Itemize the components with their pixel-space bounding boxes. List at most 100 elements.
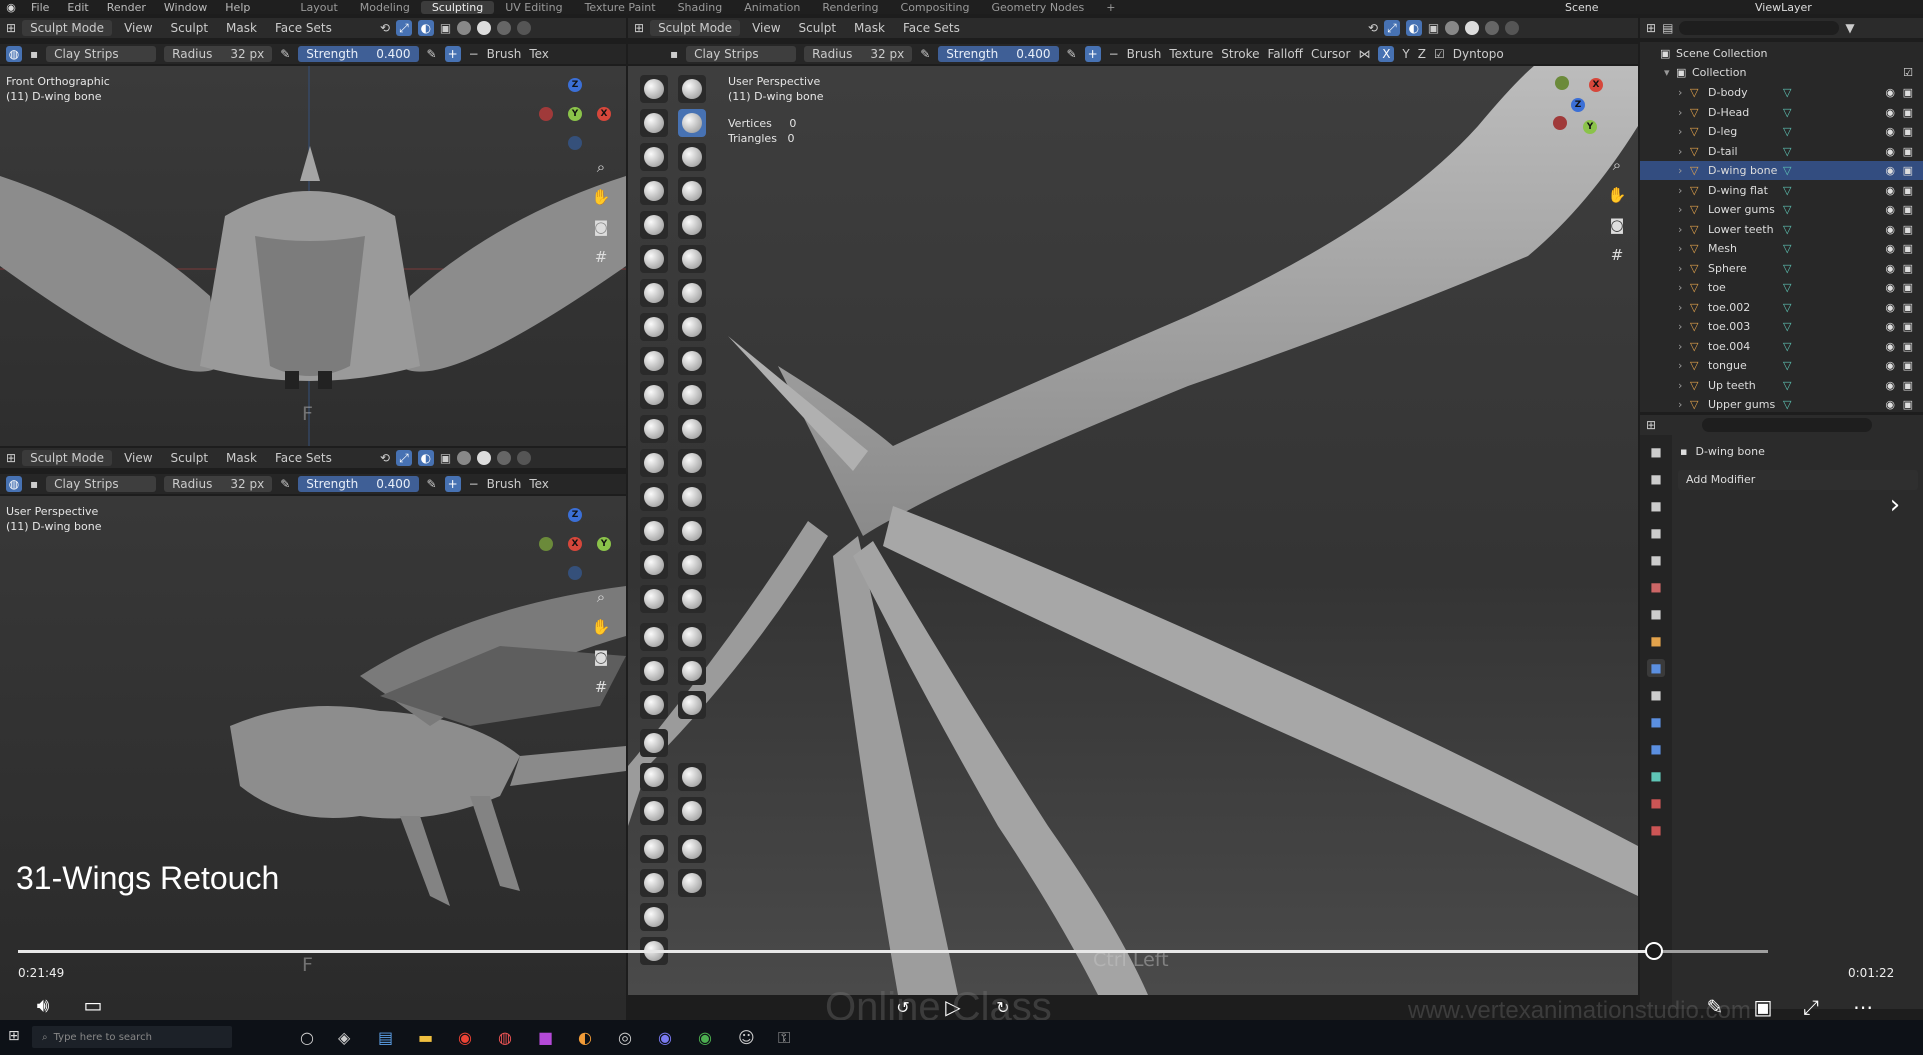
transform-pivot-icon[interactable]: ⟲	[380, 21, 390, 35]
mode-dropdown[interactable]: Sculpt Mode	[22, 20, 113, 36]
overlay-toggle-icon[interactable]: ◐	[417, 20, 434, 36]
outliner-item[interactable]: › ▽ D-leg ▽ ◉ ▣	[1640, 122, 1923, 141]
render-camera-icon[interactable]: ▣	[1903, 145, 1913, 158]
gizmo-neg-x[interactable]	[1553, 116, 1567, 130]
app-icon[interactable]: ◍	[498, 1028, 512, 1047]
captions-icon[interactable]: ▭	[78, 990, 108, 1020]
gizmo-neg-y[interactable]	[539, 537, 553, 551]
outliner-item[interactable]: › ▽ D-wing bone ▽ ◉ ▣	[1640, 161, 1923, 180]
scene-tab-icon[interactable]: ■	[1647, 551, 1665, 569]
menu-file[interactable]: File	[22, 1, 58, 14]
visibility-eye-icon[interactable]: ◉	[1885, 359, 1895, 372]
grid-toggle-icon[interactable]: #	[1606, 244, 1628, 266]
windows-start-icon[interactable]: ⊞	[8, 1028, 20, 1044]
render-camera-icon[interactable]: ▣	[1903, 242, 1913, 255]
visibility-eye-icon[interactable]: ◉	[1885, 398, 1895, 411]
gizmo-z-axis[interactable]: Z	[568, 508, 582, 522]
sculpt-brush-tool[interactable]	[678, 415, 706, 443]
expand-arrow-icon[interactable]: ›	[1678, 106, 1690, 119]
render-camera-icon[interactable]: ▣	[1903, 301, 1913, 314]
xray-toggle-icon[interactable]: ▣	[440, 21, 451, 35]
render-camera-icon[interactable]: ▣	[1903, 359, 1913, 372]
scene-collection-row[interactable]: ▣ Scene Collection	[1640, 44, 1923, 63]
sculpt-brush-tool[interactable]	[678, 657, 706, 685]
render-camera-icon[interactable]: ▣	[1903, 320, 1913, 333]
mode-dropdown[interactable]: Sculpt Mode	[650, 20, 741, 36]
add-direction-icon[interactable]: +	[444, 46, 461, 62]
texture-dropdown[interactable]: Tex	[529, 477, 549, 491]
menu-face-sets[interactable]: Face Sets	[897, 20, 966, 36]
edge-browser-icon[interactable]: ◈	[338, 1028, 350, 1047]
tab-layout[interactable]: Layout	[289, 1, 348, 14]
brush-type-icon[interactable]: ▪	[30, 47, 38, 61]
expand-arrow-icon[interactable]: ›	[1678, 379, 1690, 392]
file-explorer-icon[interactable]: ▤	[378, 1028, 393, 1047]
expand-arrow-icon[interactable]: ›	[1678, 340, 1690, 353]
visibility-eye-icon[interactable]: ◉	[1885, 164, 1895, 177]
video-seekbar[interactable]	[18, 942, 1768, 960]
brush-icon[interactable]: ◍	[6, 476, 22, 492]
grid-toggle-icon[interactable]: #	[590, 246, 612, 268]
shading-solid-icon[interactable]	[477, 21, 492, 35]
sculpt-brush-tool[interactable]	[640, 483, 668, 511]
render-camera-icon[interactable]: ▣	[1903, 281, 1913, 294]
sculpt-brush-tool[interactable]	[640, 177, 668, 205]
outliner-item[interactable]: › ▽ toe.002 ▽ ◉ ▣	[1640, 298, 1923, 317]
menu-face-sets[interactable]: Face Sets	[269, 20, 338, 36]
tab-texture-paint[interactable]: Texture Paint	[574, 1, 667, 14]
pen-pressure-icon[interactable]: ✎	[427, 47, 437, 61]
sculpt-brush-tool[interactable]	[640, 279, 668, 307]
sculpt-brush-tool[interactable]	[640, 551, 668, 579]
viewlayer-selector[interactable]: ViewLayer	[1755, 1, 1812, 14]
display-mode-icon[interactable]: ▤	[1662, 21, 1673, 35]
app-icon[interactable]: ◉	[658, 1028, 672, 1047]
collection-tab-icon[interactable]: ■	[1647, 605, 1665, 623]
visibility-eye-icon[interactable]: ◉	[1885, 262, 1895, 275]
brush-dropdown[interactable]: Brush	[487, 47, 522, 61]
visibility-eye-icon[interactable]: ◉	[1885, 379, 1895, 392]
gizmo-z-axis[interactable]: Z	[1571, 98, 1585, 112]
app-icon[interactable]: ⚿	[778, 1028, 790, 1048]
sculpt-brush-tool[interactable]	[640, 143, 668, 171]
output-tab-icon[interactable]: ■	[1647, 497, 1665, 515]
sculpt-brush-tool[interactable]	[678, 517, 706, 545]
pen-pressure-icon[interactable]: ✎	[1067, 47, 1077, 61]
render-camera-icon[interactable]: ▣	[1903, 86, 1913, 99]
sculpt-brush-tool[interactable]	[640, 449, 668, 477]
scene-selector[interactable]: Scene	[1565, 1, 1665, 14]
visibility-eye-icon[interactable]: ◉	[1885, 106, 1895, 119]
outliner-item[interactable]: › ▽ Upper gums ▽ ◉ ▣	[1640, 395, 1923, 414]
expand-arrow-icon[interactable]: ›	[1678, 359, 1690, 372]
cursor-dropdown[interactable]: Cursor	[1311, 47, 1350, 61]
add-workspace-button[interactable]: +	[1095, 1, 1126, 14]
miniplayer-icon[interactable]: ▣	[1748, 992, 1778, 1022]
zoom-icon[interactable]: ⌕	[1606, 154, 1628, 176]
subtract-direction-icon[interactable]: −	[469, 477, 479, 491]
sculpt-brush-tool[interactable]	[640, 869, 668, 897]
expand-arrow-icon[interactable]: ›	[1678, 262, 1690, 275]
pan-hand-icon[interactable]: ✋	[1606, 184, 1628, 206]
filter-icon[interactable]: ▼	[1845, 21, 1854, 35]
chevron-right-icon[interactable]: ›	[1885, 490, 1905, 520]
shading-material-icon[interactable]	[1485, 21, 1500, 35]
camera-view-icon[interactable]: ◙	[1606, 214, 1628, 236]
visibility-eye-icon[interactable]: ◉	[1885, 145, 1895, 158]
sculpt-brush-tool[interactable]	[678, 279, 706, 307]
tool-tab-icon[interactable]: ■	[1647, 443, 1665, 461]
sculpt-brush-tool[interactable]	[678, 177, 706, 205]
outliner-item[interactable]: › ▽ toe ▽ ◉ ▣	[1640, 278, 1923, 297]
brush-name-field[interactable]: Clay Strips	[46, 46, 157, 62]
expand-arrow-icon[interactable]: ›	[1678, 125, 1690, 138]
sculpt-brush-tool[interactable]	[678, 691, 706, 719]
add-direction-icon[interactable]: +	[1084, 46, 1101, 62]
app-icon[interactable]: ■	[538, 1028, 553, 1047]
outliner-search-input[interactable]	[1679, 21, 1840, 35]
object-tab-icon[interactable]: ■	[1647, 632, 1665, 650]
view-layer-tab-icon[interactable]: ■	[1647, 524, 1665, 542]
expand-arrow-icon[interactable]: ›	[1678, 398, 1690, 411]
sculpt-brush-tool[interactable]	[640, 75, 668, 103]
xray-toggle-icon[interactable]: ▣	[1428, 21, 1439, 35]
shading-material-icon[interactable]	[497, 21, 512, 35]
symmetry-z-toggle[interactable]: Z	[1418, 47, 1426, 61]
gizmo-z-axis[interactable]: Z	[568, 78, 582, 92]
